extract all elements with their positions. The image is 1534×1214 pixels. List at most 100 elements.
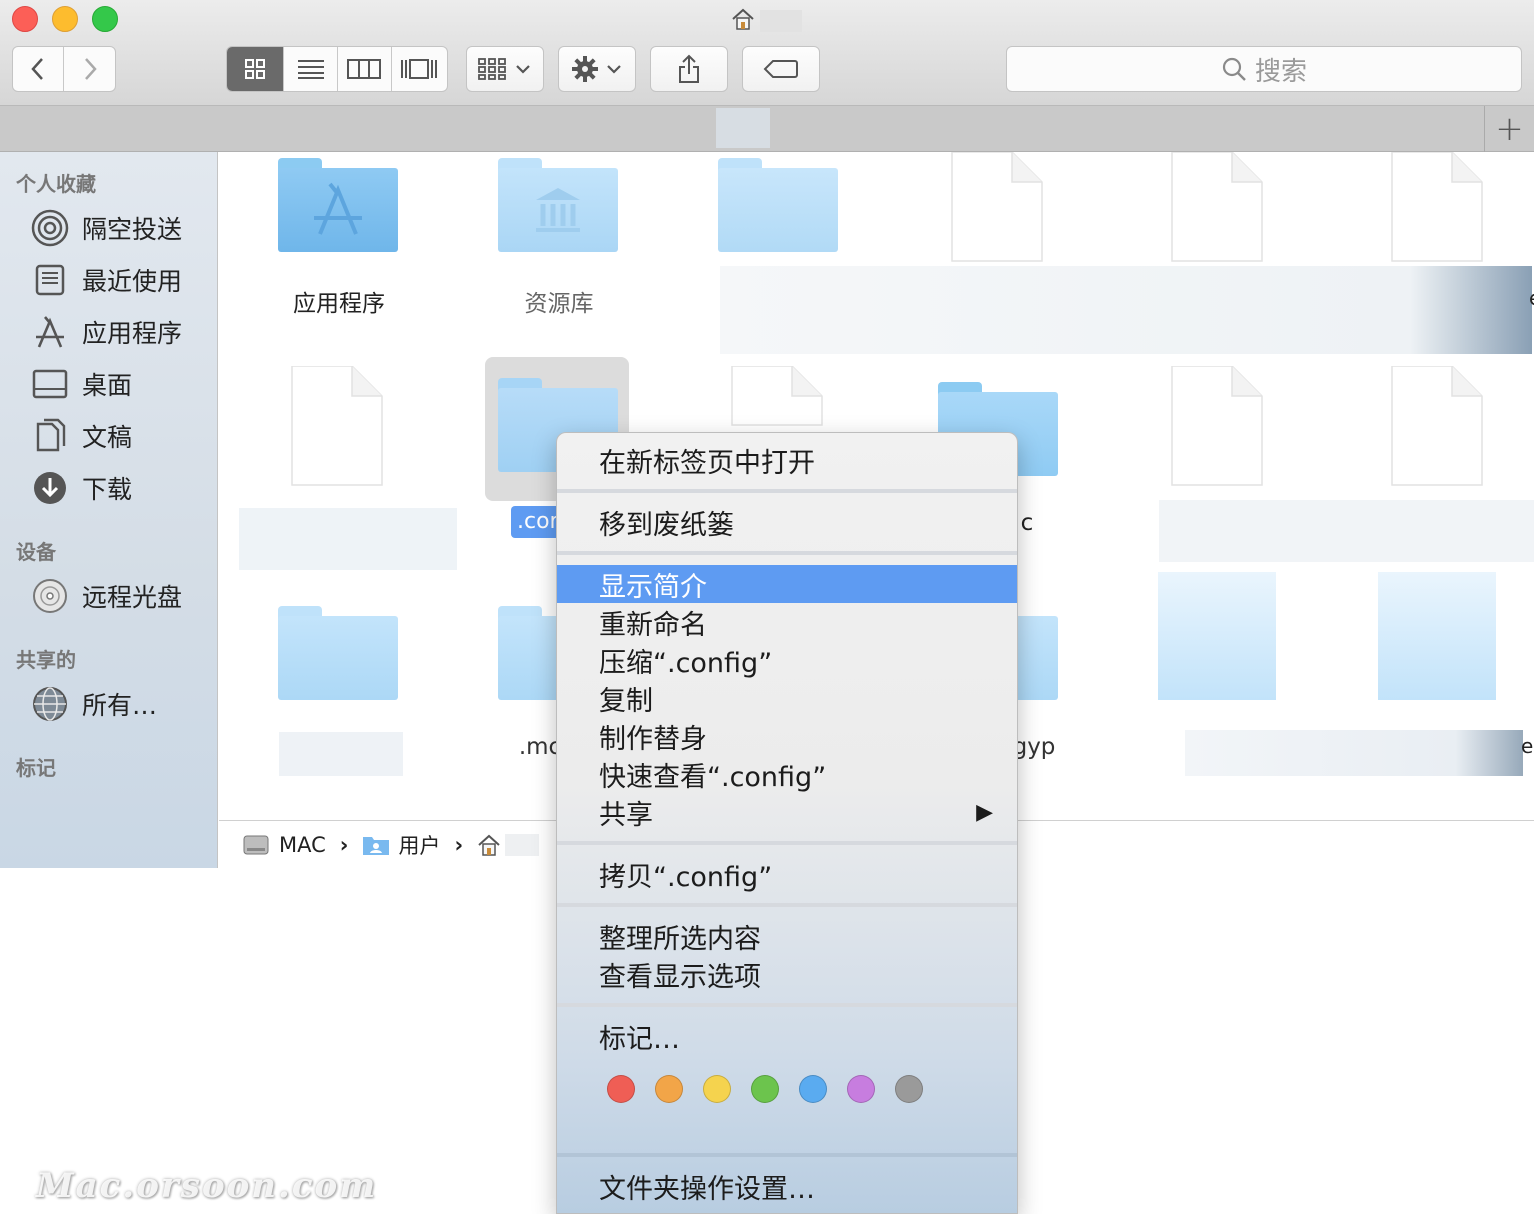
- document-icon[interactable]: [951, 152, 1043, 270]
- path-item-home[interactable]: [505, 833, 540, 856]
- minimize-button[interactable]: [52, 6, 78, 32]
- sidebar-item-recents[interactable]: 最近使用: [30, 260, 182, 300]
- folder-icon[interactable]: [278, 606, 398, 700]
- network-icon: [30, 684, 70, 724]
- zoom-button[interactable]: [92, 6, 118, 32]
- menu-item-duplicate[interactable]: 复制: [557, 679, 1017, 717]
- tag-color-orange[interactable]: [655, 1075, 683, 1103]
- menu-separator: [557, 551, 1017, 555]
- file-label: 应用程序: [293, 291, 385, 317]
- sidebar-item-downloads[interactable]: 下载: [30, 468, 132, 508]
- desktop-icon: [30, 364, 70, 404]
- menu-item-copy[interactable]: 拷贝“.config”: [557, 855, 1017, 893]
- tab-bar: +: [0, 106, 1534, 152]
- file-label-edge: e: [1529, 286, 1534, 310]
- action-button[interactable]: [558, 46, 636, 92]
- path-item-root[interactable]: MAC: [279, 833, 326, 857]
- tab-title[interactable]: [716, 108, 770, 148]
- tag-color-green[interactable]: [751, 1075, 779, 1103]
- gallery-view-button[interactable]: [392, 47, 447, 91]
- menu-item-show-view-options[interactable]: 查看显示选项: [557, 955, 1017, 993]
- share-button[interactable]: [650, 46, 728, 92]
- blurred-filename: [239, 508, 457, 570]
- menu-item-rename[interactable]: 重新命名: [557, 603, 1017, 641]
- file-label-partial: c: [1020, 510, 1034, 536]
- search-placeholder: 搜索: [1254, 56, 1307, 87]
- chevron-down-icon: [516, 65, 530, 74]
- menu-item-folder-actions-setup[interactable]: 文件夹操作设置…: [557, 1167, 1017, 1205]
- blurred-filenames: [1159, 500, 1534, 562]
- sidebar-item-label: 远程光盘: [82, 583, 183, 612]
- chevron-down-icon: [607, 65, 621, 74]
- arrange-grid-icon: [478, 58, 506, 80]
- recents-icon: [30, 260, 70, 300]
- tag-color-blue[interactable]: [799, 1075, 827, 1103]
- menu-item-share-label: 共享: [599, 799, 653, 831]
- new-tab-button[interactable]: +: [1484, 106, 1534, 152]
- tag-color-red[interactable]: [607, 1075, 635, 1103]
- menu-item-move-to-trash[interactable]: 移到废纸篓: [557, 503, 1017, 541]
- tag-color-purple[interactable]: [847, 1075, 875, 1103]
- home-icon: [478, 834, 500, 856]
- path-item-users[interactable]: 用户: [398, 830, 440, 860]
- sidebar-item-applications[interactable]: 应用程序: [30, 312, 182, 352]
- menu-item-share[interactable]: 共享 ▶: [557, 793, 1017, 831]
- grid-icon: [245, 59, 266, 79]
- close-button[interactable]: [12, 6, 38, 32]
- file-label-edge: e: [1521, 734, 1534, 758]
- search-field[interactable]: 搜索: [1006, 46, 1522, 92]
- blurred-filenames: [1185, 730, 1523, 776]
- toolbar: 搜索: [0, 0, 1534, 106]
- menu-item-make-alias[interactable]: 制作替身: [557, 717, 1017, 755]
- sidebar-item-remote-disc[interactable]: 远程光盘: [30, 576, 182, 616]
- blurred-filename: [279, 732, 403, 776]
- disc-icon: [30, 576, 70, 616]
- sidebar-item-all-shared[interactable]: 所有…: [30, 684, 157, 724]
- submenu-arrow-icon: ▶: [976, 799, 993, 825]
- favorites-header: 个人收藏: [16, 172, 96, 196]
- columns-icon: [347, 59, 382, 79]
- tags-button[interactable]: [742, 46, 820, 92]
- tag-color-gray[interactable]: [895, 1075, 923, 1103]
- document-icon[interactable]: [1171, 365, 1263, 486]
- document-icon[interactable]: [291, 365, 383, 486]
- share-icon: [679, 54, 699, 83]
- sidebar-item-airdrop[interactable]: 隔空投送: [30, 208, 182, 248]
- forward-button[interactable]: [64, 47, 115, 91]
- window-title: [760, 10, 802, 32]
- sidebar: 个人收藏 隔空投送 最近使用 应用程序 桌面 文稿 下载 设备 远程光盘 共享的…: [0, 152, 218, 868]
- path-separator-icon: ›: [339, 832, 349, 857]
- sidebar-item-desktop[interactable]: 桌面: [30, 364, 132, 404]
- menu-item-open-new-tab[interactable]: 在新标签页中打开: [557, 441, 1017, 479]
- shared-header: 共享的: [16, 648, 76, 672]
- list-view-button[interactable]: [284, 47, 338, 91]
- menu-item-clean-up-selection[interactable]: 整理所选内容: [557, 917, 1017, 955]
- airdrop-icon: [30, 208, 70, 248]
- arrange-button[interactable]: [466, 46, 544, 92]
- menu-item-compress[interactable]: 压缩“.config”: [557, 641, 1017, 679]
- applications-folder-icon[interactable]: [278, 158, 398, 252]
- menu-item-quick-look[interactable]: 快速查看“.config”: [557, 755, 1017, 793]
- applications-icon: [30, 312, 70, 352]
- document-icon[interactable]: [1171, 152, 1263, 270]
- document-icon[interactable]: [1391, 152, 1483, 270]
- tag-icon: [763, 60, 798, 78]
- back-button[interactable]: [13, 47, 65, 91]
- sidebar-item-label: 下载: [82, 475, 133, 504]
- sidebar-item-documents[interactable]: 文稿: [30, 416, 132, 456]
- tag-color-yellow[interactable]: [703, 1075, 731, 1103]
- library-folder-icon[interactable]: [498, 158, 618, 252]
- documents-icon: [30, 416, 70, 456]
- menu-item-get-info[interactable]: 显示简介: [557, 565, 1017, 603]
- folder-icon[interactable]: [718, 158, 838, 252]
- document-icon[interactable]: [1391, 365, 1483, 486]
- column-view-button[interactable]: [338, 47, 392, 91]
- view-mode-switcher: [226, 46, 448, 92]
- plus-icon: +: [1495, 109, 1524, 149]
- menu-separator: [557, 841, 1017, 845]
- sidebar-item-label: 最近使用: [82, 267, 183, 296]
- menu-separator: [557, 1153, 1017, 1157]
- icon-view-button[interactable]: [227, 47, 285, 91]
- app-store-icon: [314, 182, 362, 235]
- menu-item-tags[interactable]: 标记…: [557, 1017, 1017, 1055]
